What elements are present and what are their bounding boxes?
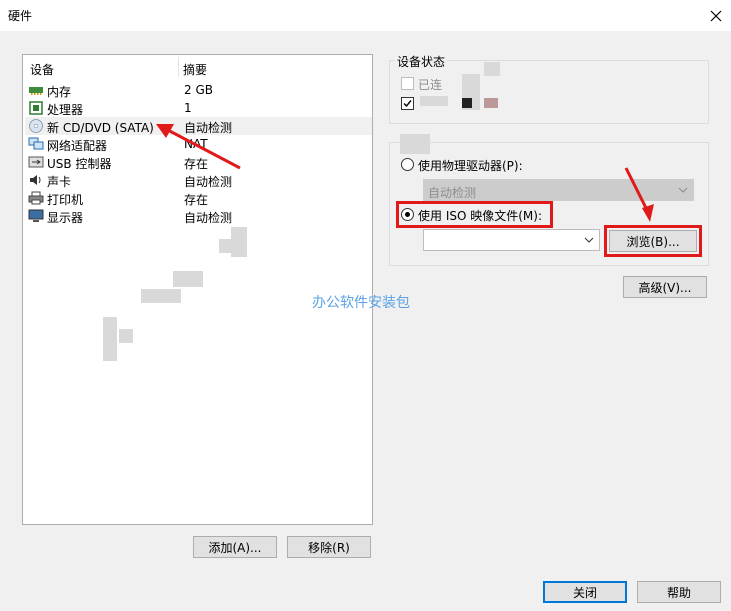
checkmark-icon — [403, 100, 412, 108]
connected-checkbox[interactable] — [401, 77, 414, 90]
printer-icon — [28, 191, 44, 205]
column-header-summary[interactable]: 摘要 — [183, 61, 207, 78]
chevron-down-icon — [584, 237, 594, 243]
add-device-button[interactable]: 添加(A)... — [193, 536, 277, 558]
pixelation-artifact — [141, 289, 181, 303]
use-iso-image-radio[interactable] — [401, 208, 414, 221]
device-row-memory[interactable]: 内存 2 GB — [25, 81, 372, 99]
sound-card-icon — [30, 175, 41, 185]
use-physical-drive-label: 使用物理驱动器(P): — [418, 159, 523, 173]
network-adapter-icon — [28, 137, 44, 150]
window-title: 硬件 — [8, 9, 33, 23]
device-summary: 存在 — [184, 193, 209, 207]
device-row-display[interactable]: 显示器 自动检测 — [25, 207, 372, 225]
pixelation-artifact — [219, 239, 247, 253]
title-bar: 硬件 — [0, 0, 731, 31]
device-name: 声卡 — [47, 175, 72, 189]
pixelation-artifact — [462, 98, 472, 108]
arrow-annotation-icon — [156, 124, 241, 170]
device-name: 处理器 — [47, 103, 84, 117]
chevron-down-icon — [678, 187, 688, 193]
device-name: 显示器 — [47, 211, 84, 225]
device-summary: 2 GB — [184, 83, 213, 97]
pixelation-artifact — [420, 96, 448, 106]
display-icon — [28, 209, 44, 222]
device-summary: 自动检测 — [184, 175, 233, 189]
close-icon — [710, 10, 722, 21]
arrow-annotation-icon — [624, 167, 654, 222]
iso-file-path-combo[interactable] — [423, 229, 600, 251]
close-window-button[interactable] — [701, 0, 731, 31]
device-summary: 1 — [184, 101, 192, 115]
device-row-printer[interactable]: 打印机 存在 — [25, 189, 372, 207]
advanced-button[interactable]: 高级(V)... — [623, 276, 707, 298]
use-iso-image-label: 使用 ISO 映像文件(M): — [418, 209, 542, 223]
pixelation-artifact — [484, 98, 498, 108]
pixelation-artifact — [484, 62, 500, 76]
pixelation-artifact — [103, 317, 117, 361]
browse-button[interactable]: 浏览(B)... — [609, 230, 697, 252]
memory-icon — [29, 87, 43, 95]
column-separator[interactable] — [178, 57, 179, 77]
column-header-device[interactable]: 设备 — [30, 61, 54, 78]
device-name: 新 CD/DVD (SATA) — [47, 121, 154, 135]
watermark-text: 办公软件安装包 — [312, 295, 410, 311]
usb-icon — [28, 156, 44, 168]
pixelation-artifact — [173, 271, 203, 287]
device-row-processor[interactable]: 处理器 1 — [25, 99, 372, 117]
close-button[interactable]: 关闭 — [543, 581, 627, 603]
cd-dvd-icon — [29, 119, 43, 133]
device-status-title: 设备状态 — [395, 53, 448, 70]
connected-label: 已连 — [418, 78, 443, 92]
device-name: 网络适配器 — [47, 139, 108, 153]
help-button[interactable]: 帮助 — [637, 581, 721, 603]
device-name: 内存 — [47, 85, 72, 99]
device-summary: 自动检测 — [184, 211, 233, 225]
physical-drive-value: 自动检测 — [428, 186, 477, 200]
device-name: 打印机 — [47, 193, 84, 207]
remove-device-button[interactable]: 移除(R) — [287, 536, 371, 558]
pixelation-artifact — [119, 329, 133, 343]
use-physical-drive-radio[interactable] — [401, 158, 414, 171]
cpu-icon — [29, 101, 43, 115]
device-list-header: 设备 摘要 — [23, 55, 372, 79]
pixelation-artifact — [400, 134, 430, 154]
connect-at-power-on-checkbox[interactable] — [401, 97, 414, 110]
device-name: USB 控制器 — [47, 157, 112, 171]
